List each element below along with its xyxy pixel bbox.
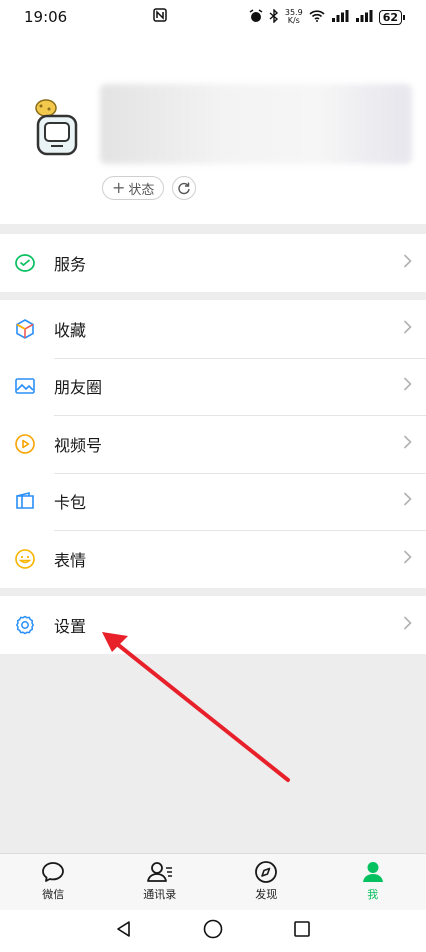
settings-gear-icon (14, 614, 36, 636)
menu-item-favorites[interactable]: 收藏 (0, 300, 426, 358)
profile-name-blurred[interactable] (100, 84, 412, 164)
menu-item-label: 卡包 (54, 493, 87, 513)
wechat-pay-icon (14, 252, 36, 274)
profile-header: + 状态 (0, 34, 426, 224)
net-speed: 35.9 K/s (284, 8, 303, 25)
chevron-right-icon (403, 549, 412, 568)
contacts-icon (146, 862, 172, 882)
chevron-right-icon (403, 615, 412, 634)
menu-item-settings[interactable]: 设置 (0, 596, 426, 654)
menu-item-card-wallet[interactable]: 卡包 (0, 472, 426, 531)
bottom-tab-bar: 微信 通讯录 发现 我 (0, 853, 426, 910)
tab-discover[interactable]: 发现 (213, 854, 320, 910)
wifi-icon (309, 9, 325, 25)
battery-indicator: 62 (378, 9, 406, 25)
tab-chats[interactable]: 微信 (0, 854, 107, 910)
avatar[interactable] (30, 96, 86, 160)
back-icon[interactable] (115, 920, 133, 942)
menu-item-stickers[interactable]: 表情 (0, 530, 426, 588)
menu-item-label: 设置 (54, 616, 87, 636)
status-button-label: 状态 (128, 182, 155, 198)
channels-play-icon (14, 433, 36, 455)
favorites-cube-icon (14, 318, 36, 340)
person-icon (362, 862, 383, 882)
alarm-icon (249, 8, 263, 26)
tab-label: 通讯录 (143, 888, 177, 901)
clock: 19:06 (24, 8, 68, 26)
chevron-right-icon (403, 377, 412, 396)
chevron-right-icon (403, 434, 412, 453)
menu-item-services[interactable]: 服务 (0, 234, 426, 292)
tab-label: 我 (367, 888, 379, 901)
tab-label: 发现 (255, 888, 278, 901)
signal-icon-2 (355, 9, 373, 25)
menu-item-channels[interactable]: 视频号 (0, 415, 426, 473)
card-wallet-icon (14, 490, 36, 512)
chat-bubble-icon (42, 862, 65, 882)
menu-item-moments[interactable]: 朋友圈 (0, 357, 426, 416)
recents-icon[interactable] (293, 920, 311, 942)
tab-label: 微信 (42, 888, 65, 901)
add-status-button[interactable]: + 状态 (102, 176, 165, 200)
status-bar: 19:06 35.9 K/s 62 (0, 0, 426, 34)
compass-icon (255, 861, 278, 883)
moments-photo-icon (14, 375, 36, 397)
nfc-icon (153, 8, 167, 26)
tab-contacts[interactable]: 通讯录 (107, 854, 214, 910)
tab-me[interactable]: 我 (320, 854, 426, 910)
menu-group-services: 服务 (0, 234, 426, 292)
menu-item-label: 收藏 (54, 320, 87, 340)
menu-item-label: 表情 (54, 550, 87, 570)
menu-item-label: 朋友圈 (54, 378, 103, 398)
chevron-right-icon (403, 492, 412, 511)
menu-item-label: 视频号 (54, 435, 103, 455)
bluetooth-icon (269, 7, 279, 26)
chevron-right-icon (403, 319, 412, 338)
menu-item-label: 服务 (54, 254, 87, 274)
plus-icon: + (112, 178, 126, 197)
system-nav-bar (0, 910, 426, 952)
home-icon[interactable] (203, 919, 223, 943)
sticker-smile-icon (14, 548, 36, 570)
signal-icon-1 (331, 9, 349, 25)
menu-group-main: 收藏 朋友圈 视频号 卡包 表情 (0, 300, 426, 588)
menu-group-settings: 设置 (0, 596, 426, 654)
chevron-right-icon (403, 253, 412, 272)
status-refresh-button[interactable] (172, 176, 196, 200)
refresh-icon (178, 182, 190, 195)
